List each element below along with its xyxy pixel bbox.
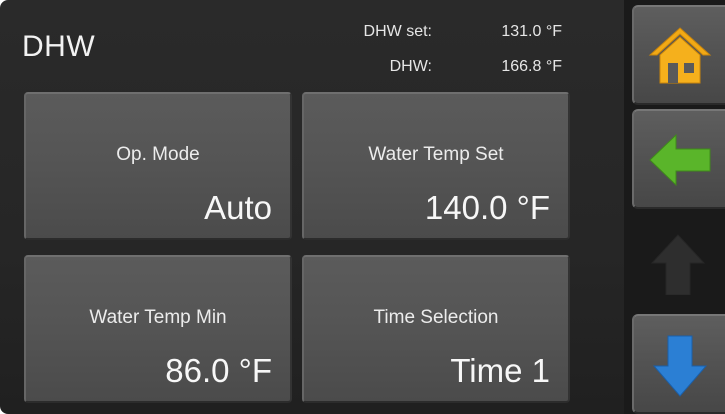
scroll-down-button[interactable]: [632, 314, 725, 414]
water-temp-min-value: 86.0 °F: [165, 352, 272, 389]
water-temp-min-tile[interactable]: Water Temp Min 86.0 °F: [24, 255, 292, 403]
dhw-screen: DHW DHW set: 131.0 °F DHW: 166.8 °F Op. …: [0, 0, 725, 414]
arrow-down-icon: [652, 335, 708, 397]
op-mode-label: Op. Mode: [116, 144, 200, 165]
dhw-actual-label: DHW:: [389, 58, 432, 75]
time-selection-label: Time Selection: [373, 307, 499, 328]
back-button[interactable]: [632, 109, 725, 209]
water-temp-set-label: Water Temp Set: [368, 144, 504, 165]
page-title: DHW: [22, 30, 96, 63]
dhw-set-label: DHW set:: [363, 23, 432, 40]
arrow-up-icon: [650, 234, 706, 295]
dhw-set-value: 131.0 °F: [501, 23, 562, 40]
dhw-actual-value: 166.8 °F: [501, 58, 562, 75]
home-icon: [648, 27, 712, 84]
scroll-up-button[interactable]: [632, 215, 725, 310]
water-temp-set-tile[interactable]: Water Temp Set 140.0 °F: [302, 92, 570, 240]
time-selection-value: Time 1: [450, 352, 550, 389]
op-mode-value: Auto: [204, 189, 272, 226]
time-selection-tile[interactable]: Time Selection Time 1: [302, 255, 570, 403]
water-temp-set-value: 140.0 °F: [424, 189, 550, 226]
arrow-left-icon: [649, 133, 711, 187]
home-button[interactable]: [632, 5, 725, 105]
water-temp-min-label: Water Temp Min: [89, 307, 227, 328]
op-mode-tile[interactable]: Op. Mode Auto: [24, 92, 292, 240]
